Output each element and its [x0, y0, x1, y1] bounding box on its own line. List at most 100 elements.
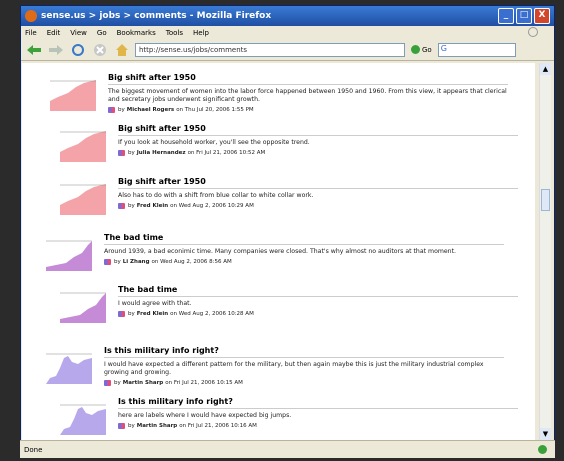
comment-thumbnail-chart[interactable] [44, 235, 94, 273]
comment-title[interactable]: Is this military info right? [118, 397, 518, 409]
comment-meta: by Martin Sharp on Fri Jul 21, 2006 10:16 … [118, 423, 518, 430]
menu-tools[interactable]: Tools [166, 29, 183, 37]
stop-icon [94, 43, 106, 56]
comment-author[interactable]: Fred Klein [137, 311, 168, 317]
page-content: Big shift after 1950 The biggest movement… [22, 63, 535, 440]
chart-area [60, 407, 106, 435]
comment-author-icon [118, 203, 125, 210]
minimize-button[interactable]: _ [498, 8, 514, 24]
comment-date: on Thu Jul 20, 2006 1:55 PM [176, 107, 254, 114]
scroll-thumb[interactable] [541, 189, 550, 211]
search-input[interactable]: G [437, 42, 516, 57]
search-engine-icon: G [440, 43, 447, 53]
menu-bookmarks[interactable]: Bookmarks [117, 29, 156, 37]
comment-title[interactable]: Is this military info right? [104, 346, 504, 358]
comment-date: on Fri Jul 21, 2006 10:52 AM [187, 150, 266, 157]
forward-arrow-icon [49, 44, 63, 55]
menu-file[interactable]: File [25, 29, 37, 37]
comment-body: The biggest movement of women into the l… [108, 88, 507, 104]
home-icon [116, 43, 128, 56]
comment-text-block: Big shift after 1950 If you look at house… [118, 124, 518, 157]
comment-date: on Wed Aug 2, 2006 8:56 AM [151, 259, 232, 266]
comment-text-block: Is this military info right? I would have… [104, 346, 504, 387]
comment-author[interactable]: Li Zhang [123, 259, 150, 265]
comment-body: I would have expected a different patter… [104, 361, 484, 377]
status-text: Done [24, 445, 43, 454]
comment-author[interactable]: Martin Sharp [123, 380, 163, 386]
title-bar: sense.us > jobs > comments - Mozilla Fir… [21, 6, 554, 26]
comment-body: Around 1939, a bad econimic time. Many c… [104, 248, 456, 255]
comment-author[interactable]: Fred Klein [137, 203, 168, 209]
comment-author-icon [104, 380, 111, 387]
comment-thumbnail-chart[interactable] [44, 348, 94, 386]
comment-text-block: Big shift after 1950 The biggest movement… [108, 73, 508, 114]
comment-title[interactable]: The bad time [104, 233, 504, 245]
comment-by-label: by [114, 380, 121, 387]
comment-by-label: by [128, 311, 135, 318]
firefox-icon [25, 10, 37, 22]
comment-body: I would agree with that. [118, 300, 192, 307]
home-button[interactable] [113, 41, 131, 59]
chart-area [60, 131, 106, 162]
comment-author[interactable]: Martin Sharp [137, 423, 177, 429]
comment-body: If you look at household worker, you'll … [118, 139, 310, 146]
chart-area [46, 356, 92, 384]
comment-author-icon [108, 107, 115, 114]
comment-date: on Wed Aug 2, 2006 10:29 AM [170, 203, 254, 210]
comment-thumbnail-chart[interactable] [58, 399, 108, 437]
comment-author[interactable]: Michael Rogers [127, 107, 174, 113]
throbber-icon [528, 27, 538, 37]
scroll-down-arrow-icon[interactable]: ▼ [540, 428, 551, 440]
comment-author[interactable]: Julia Hernandez [137, 150, 186, 156]
menu-help[interactable]: Help [193, 29, 209, 37]
chart-area [50, 80, 96, 111]
close-button[interactable]: X [534, 8, 550, 24]
comment-text-block: The bad time Around 1939, a bad econimic … [104, 233, 504, 266]
chart-area [60, 293, 106, 323]
url-input[interactable]: http://sense.us/jobs/comments [135, 42, 405, 57]
comment-text-block: Is this military info right? here are lab… [118, 397, 518, 430]
comment-by-label: by [128, 423, 135, 430]
comment-author-icon [118, 150, 125, 157]
comment-date: on Wed Aug 2, 2006 10:28 AM [170, 311, 254, 318]
comment-body: Also has to do with a shift from blue co… [118, 192, 314, 199]
comment-title[interactable]: Big shift after 1950 [118, 177, 518, 189]
comment-meta: by Fred Klein on Wed Aug 2, 2006 10:28 AM [118, 311, 518, 318]
menu-edit[interactable]: Edit [47, 29, 61, 37]
chart-area [46, 241, 92, 271]
comment-meta: by Julia Hernandez on Fri Jul 21, 2006 10:… [118, 150, 518, 157]
comment-thumbnail-chart[interactable] [58, 287, 108, 325]
comment-by-label: by [128, 150, 135, 157]
window-title: sense.us > jobs > comments - Mozilla Fir… [41, 11, 272, 21]
comment-author-icon [118, 311, 125, 318]
comment-thumbnail-chart[interactable] [48, 75, 98, 113]
comment-by-label: by [114, 259, 121, 266]
comment-thumbnail-chart[interactable] [58, 179, 108, 217]
status-bar: Done [20, 440, 555, 458]
comment-meta: by Li Zhang on Wed Aug 2, 2006 8:56 AM [104, 259, 504, 266]
reload-icon [72, 43, 84, 56]
comment-title[interactable]: The bad time [118, 285, 518, 297]
comment-title[interactable]: Big shift after 1950 [118, 124, 518, 136]
comment-text-block: Big shift after 1950 Also has to do with … [118, 177, 518, 210]
reload-button[interactable] [69, 41, 87, 59]
vertical-scrollbar[interactable]: ▲ ▼ [539, 63, 551, 440]
comment-by-label: by [128, 203, 135, 210]
comment-author-icon [118, 423, 125, 430]
maximize-button[interactable]: □ [516, 8, 532, 24]
comment-date: on Fri Jul 21, 2006 10:15 AM [165, 380, 243, 387]
menu-view[interactable]: View [70, 29, 87, 37]
comment-meta: by Michael Rogers on Thu Jul 20, 2006 1:55… [108, 107, 508, 114]
back-button[interactable] [25, 41, 43, 59]
comment-meta: by Fred Klein on Wed Aug 2, 2006 10:29 AM [118, 203, 518, 210]
back-arrow-icon [27, 44, 41, 55]
comment-title[interactable]: Big shift after 1950 [108, 73, 508, 85]
scroll-up-arrow-icon[interactable]: ▲ [540, 63, 551, 75]
chart-area [60, 184, 106, 215]
forward-button[interactable] [47, 41, 65, 59]
stop-button[interactable] [91, 41, 109, 59]
menu-bar: File Edit View Go Bookmarks Tools Help [21, 26, 554, 39]
comment-thumbnail-chart[interactable] [58, 126, 108, 164]
go-button[interactable]: Go [411, 45, 432, 54]
menu-go[interactable]: Go [97, 29, 107, 37]
